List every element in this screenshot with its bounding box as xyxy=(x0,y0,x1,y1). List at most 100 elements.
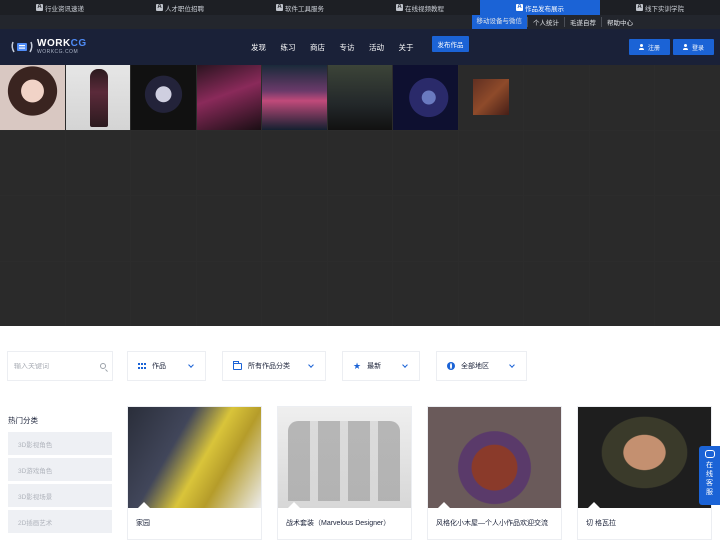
card-notch xyxy=(588,502,600,508)
star-icon: ★ xyxy=(353,360,362,371)
grid-tile xyxy=(65,130,131,195)
chevron-down-icon xyxy=(509,362,515,368)
hot-categories-title: 热门分类 xyxy=(8,416,38,425)
featured-thumb[interactable] xyxy=(458,65,524,130)
portal-tab-works[interactable]: A 作品发布展示 xyxy=(480,0,600,15)
nav-practice[interactable]: 练习 xyxy=(281,42,311,53)
logo-main: WORK xyxy=(37,38,71,49)
grid-tile xyxy=(262,261,327,326)
mobile-wechat-link[interactable]: 移动设备与微信 xyxy=(471,15,527,29)
portal-tab-label: 线下实训学院 xyxy=(645,5,684,13)
site-logo[interactable]: WORKCG WORKCG.COM xyxy=(10,39,87,55)
work-thumbnail[interactable] xyxy=(578,407,711,508)
help-center-link[interactable]: 帮助中心 xyxy=(601,17,638,27)
sidebar-item-2d-illustration[interactable]: 2D插画艺术 xyxy=(8,510,112,533)
portal-tab-label: 在线视频教程 xyxy=(405,5,444,13)
work-card[interactable]: 家园 xyxy=(127,406,262,540)
grid-tile xyxy=(196,196,262,261)
work-thumbnail[interactable] xyxy=(428,407,561,508)
nav-interview[interactable]: 专访 xyxy=(340,42,370,53)
register-button[interactable]: 注册 xyxy=(629,39,670,55)
grid-tile xyxy=(393,196,458,261)
grid-tile xyxy=(262,130,327,195)
sidebar-item-3d-film-scene[interactable]: 3D影视场景 xyxy=(8,484,112,507)
logo-accent: CG xyxy=(70,38,87,49)
sort-label: 最新 xyxy=(367,363,382,370)
work-thumbnail[interactable] xyxy=(278,407,411,508)
portal-tab-jobs[interactable]: A 人才职位招聘 xyxy=(120,0,240,15)
login-button[interactable]: 登录 xyxy=(673,39,714,55)
grid-tile xyxy=(131,130,196,195)
work-type-dropdown[interactable]: 作品 xyxy=(127,351,206,381)
grid-tile xyxy=(524,65,589,130)
nav-events[interactable]: 活动 xyxy=(369,42,399,53)
card-notch xyxy=(438,502,450,508)
grid-tile xyxy=(524,196,589,261)
work-thumbnail[interactable] xyxy=(128,407,261,508)
portal-a-icon: A xyxy=(276,4,283,11)
grid-tile xyxy=(655,196,720,261)
login-label: 登录 xyxy=(691,45,704,52)
featured-thumb[interactable] xyxy=(196,65,262,130)
service-char: 在 xyxy=(706,462,713,469)
featured-thumb[interactable] xyxy=(0,65,65,130)
work-title[interactable]: 风格化小木屋—个人小作品欢迎交流 xyxy=(436,518,548,528)
grid-tile xyxy=(458,261,524,326)
service-char: 客 xyxy=(706,480,713,487)
sort-dropdown[interactable]: ★ 最新 xyxy=(342,351,420,381)
portal-a-icon: A xyxy=(636,4,643,11)
folder-icon xyxy=(233,360,242,370)
portal-tab-label: 人才职位招聘 xyxy=(165,5,204,13)
portal-tab-label: 行业资讯速递 xyxy=(45,5,84,13)
online-service-widget[interactable]: 在 线 客 服 xyxy=(699,446,720,505)
register-label: 注册 xyxy=(647,45,660,52)
sidebar-item-3d-game-character[interactable]: 3D游戏角色 xyxy=(8,458,112,481)
search-input[interactable] xyxy=(14,362,99,370)
portal-tab-news[interactable]: A 行业资讯速递 xyxy=(0,0,120,15)
featured-thumb[interactable] xyxy=(262,65,327,130)
grid-tile xyxy=(458,196,524,261)
search-icon[interactable] xyxy=(100,363,106,369)
self-recommend-link[interactable]: 毛遂自荐 xyxy=(564,17,601,27)
featured-thumb[interactable] xyxy=(131,65,196,130)
portal-tab-academy[interactable]: A 线下实训学院 xyxy=(600,0,720,15)
grid-tile xyxy=(196,130,262,195)
portal-a-icon: A xyxy=(156,4,163,11)
featured-thumb[interactable] xyxy=(65,65,131,130)
grid-tile xyxy=(589,261,655,326)
grid-tile xyxy=(393,261,458,326)
portal-tab-software[interactable]: A 软件工具服务 xyxy=(240,0,360,15)
work-card[interactable]: 切 格瓦拉 xyxy=(577,406,712,540)
nav-about[interactable]: 关于 xyxy=(399,42,429,53)
publish-work-button[interactable]: 发布作品 xyxy=(432,36,469,52)
sidebar-item-3d-film-character[interactable]: 3D影视角色 xyxy=(8,432,112,455)
region-label: 全部地区 xyxy=(461,363,489,370)
grid-tile xyxy=(262,196,327,261)
portal-a-icon: A xyxy=(396,4,403,11)
grid-tile xyxy=(589,65,655,130)
work-title[interactable]: 家园 xyxy=(136,518,150,528)
personal-stats-link[interactable]: 个人统计 xyxy=(527,17,564,27)
featured-thumb[interactable] xyxy=(327,65,393,130)
grid-tile xyxy=(393,130,458,195)
work-title[interactable]: 战术套装（Marvelous Designer） xyxy=(286,518,390,528)
portal-a-icon: A xyxy=(516,4,523,11)
work-card[interactable]: 风格化小木屋—个人小作品欢迎交流 xyxy=(427,406,562,540)
nav-store[interactable]: 商店 xyxy=(310,42,340,53)
category-dropdown[interactable]: 所有作品分类 xyxy=(222,351,326,381)
grid-tile xyxy=(327,196,393,261)
featured-image-grid xyxy=(0,65,720,326)
grid-tile xyxy=(65,261,131,326)
portal-tab-label: 软件工具服务 xyxy=(285,5,324,13)
site-header: WORKCG WORKCG.COM 发现 练习 商店 专访 活动 关于 发布作品… xyxy=(0,29,720,65)
utility-bar: 移动设备与微信 个人统计 毛遂自荐 帮助中心 xyxy=(0,15,720,29)
main-nav: 发现 练习 商店 专访 活动 关于 xyxy=(251,29,428,65)
region-dropdown[interactable]: 全部地区 xyxy=(436,351,527,381)
grid-tile xyxy=(0,130,65,195)
work-title[interactable]: 切 格瓦拉 xyxy=(586,518,616,528)
grid-tile xyxy=(327,261,393,326)
featured-thumb[interactable] xyxy=(393,65,458,130)
portal-tab-video[interactable]: A 在线视频教程 xyxy=(360,0,480,15)
work-card[interactable]: 战术套装（Marvelous Designer） xyxy=(277,406,412,540)
nav-discover[interactable]: 发现 xyxy=(251,42,281,53)
